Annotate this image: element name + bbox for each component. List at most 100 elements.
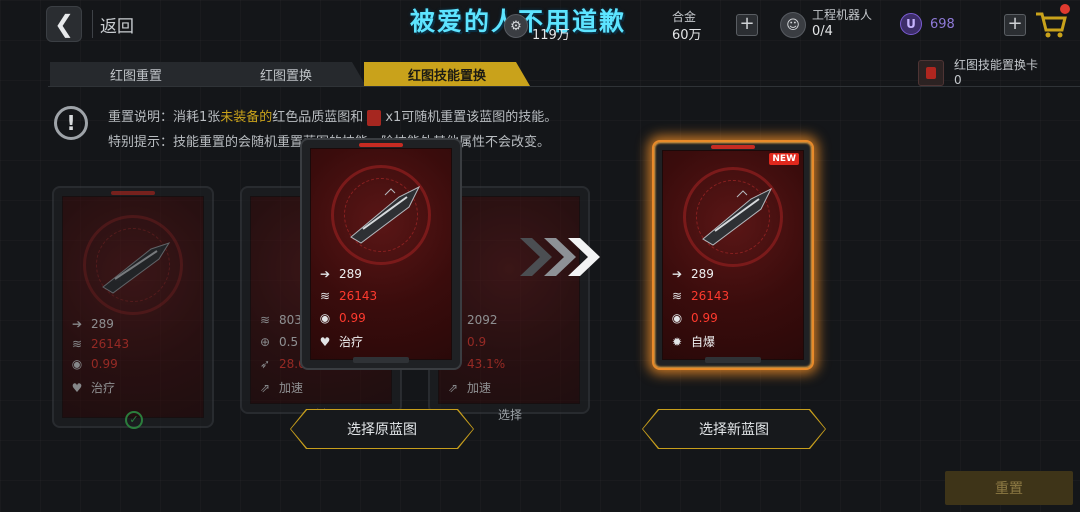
resource-label-2: 合金: [672, 10, 697, 24]
card-plate: [705, 357, 761, 363]
rocket-icon: ➶: [259, 357, 271, 371]
explode-icon: ✹: [671, 334, 683, 349]
new-blueprint-card[interactable]: NEW ➔ 289 ≋ 26143 ◉ 0.99 ✹ 自爆: [652, 140, 814, 370]
stat-crit: ◉ 0.99: [69, 357, 118, 371]
u-coin-icon: U: [900, 13, 922, 35]
power-icon: ≋: [71, 337, 83, 351]
chevron-left-icon: ❮: [53, 10, 75, 38]
stat-value: 26143: [691, 289, 730, 303]
stat-speed: ➔ 289: [317, 267, 362, 281]
check-icon: ✓: [125, 411, 143, 429]
select-new-label: 选择新蓝图: [643, 410, 825, 448]
stat-value: 289: [91, 317, 114, 331]
add-u-coin-button[interactable]: +: [1004, 14, 1026, 36]
stat-value: 26143: [339, 289, 378, 303]
ship-icon: [102, 242, 171, 294]
gear-coin-icon: ⚙: [504, 14, 528, 38]
reset-button[interactable]: 重置: [945, 471, 1073, 505]
bg-select-label-2[interactable]: 选择: [498, 406, 522, 423]
power-icon: ≋: [671, 289, 683, 303]
blueprint-icon: [367, 109, 382, 126]
select-new-button[interactable]: 选择新蓝图: [642, 409, 826, 449]
heal-icon: ♥: [319, 334, 331, 349]
stat-value: 803: [279, 313, 302, 327]
skill-name: 自爆: [691, 335, 716, 349]
bg-blueprint-card-1[interactable]: ➔ 289 ≋ 26143 ◉ 0.99 ♥ 治疗 ✓: [52, 186, 214, 429]
tab-red-swap[interactable]: 红图置换: [206, 62, 366, 86]
skill-card-name: 红图技能置换卡: [954, 58, 1039, 72]
stat-value: 2092: [467, 313, 498, 327]
power-icon: ≋: [259, 313, 271, 327]
arrow-right-icon: ➔: [671, 267, 683, 281]
info-text: 红色品质蓝图和: [272, 110, 364, 125]
back-label[interactable]: 返回: [100, 12, 134, 37]
card-indicator: [711, 145, 755, 149]
notification-dot: [1060, 4, 1070, 14]
warning-icon: !: [54, 106, 88, 140]
stat-skill: ⇗ 加速: [257, 379, 303, 396]
arrow-right-icon: ➔: [71, 317, 83, 331]
chevron-right-arrows-icon: [520, 238, 600, 276]
resource-value-3: 0/4: [812, 24, 833, 39]
skill-name: 治疗: [339, 335, 364, 349]
card-indicator: [111, 191, 155, 195]
stat-value: 0.99: [339, 311, 366, 325]
boost-icon: ⇗: [447, 380, 459, 395]
skill-card-label: 红图技能置换卡 0: [954, 58, 1038, 88]
crosshair-icon: ⊕: [259, 335, 271, 349]
stat-power: ⊕ 0.5: [257, 335, 298, 349]
info-line-1: 重置说明：消耗1张未装备的红色品质蓝图和 x1可随机重置该蓝图的技能。: [108, 106, 557, 126]
stat-power: ≋ 26143: [317, 289, 377, 303]
gear-icon: ◉: [71, 357, 83, 371]
add-alloy-button[interactable]: +: [736, 14, 758, 36]
arrow-right-icon: ➔: [319, 267, 331, 281]
resource-value-1: 119万: [532, 28, 570, 43]
gear-icon: ◉: [671, 311, 683, 325]
skill-name: 治疗: [91, 381, 116, 395]
card-indicator: [359, 143, 403, 147]
stat-value: 26143: [91, 337, 130, 351]
new-badge: NEW: [769, 153, 799, 165]
stat-crit: ➶ 28.6: [257, 357, 306, 371]
skill-name: 加速: [279, 381, 304, 395]
stat-power: ≋ 26143: [669, 289, 729, 303]
stat-speed: ➔ 289: [669, 267, 714, 281]
select-original-button[interactable]: 选择原蓝图: [290, 409, 474, 449]
stat-power: ≋ 26143: [69, 337, 129, 351]
stat-crit: ◉ 0.99: [317, 311, 366, 325]
resource-value-4: 698: [930, 17, 955, 32]
tab-underline: [48, 86, 1080, 87]
skill-card-count: 0: [954, 73, 962, 87]
tab-red-reset[interactable]: 红图重置: [50, 62, 222, 86]
stat-value: 0.5: [279, 335, 299, 349]
stat-skill: ✹ 自爆: [669, 333, 715, 350]
skill-name: 加速: [467, 381, 492, 395]
boost-icon: ⇗: [259, 380, 271, 395]
select-original-label: 选择原蓝图: [291, 410, 473, 448]
resource-value-2: 60万: [672, 28, 702, 43]
skill-card-icon: [918, 60, 944, 86]
info-text: x1可随机重置该蓝图的技能。: [385, 110, 558, 125]
stat-skill: ⇗ 加速: [445, 379, 491, 396]
back-button[interactable]: ❮: [46, 6, 82, 42]
stat-value: 0.9: [467, 335, 487, 349]
tab-red-skill-swap[interactable]: 红图技能置换: [364, 62, 530, 86]
stat-crit: ◉ 0.99: [669, 311, 718, 325]
heal-icon: ♥: [71, 380, 83, 395]
original-blueprint-card[interactable]: ➔ 289 ≋ 26143 ◉ 0.99 ♥ 治疗: [300, 138, 462, 370]
stat-value: 0.99: [91, 357, 118, 371]
info-highlight: 未装备的: [220, 110, 273, 125]
gear-icon: ◉: [319, 311, 331, 325]
stat-speed: ➔ 289: [69, 317, 114, 331]
power-icon: ≋: [319, 289, 331, 303]
ship-icon: [702, 187, 773, 246]
ship-icon: [350, 185, 421, 244]
resource-label-3: 工程机器人: [812, 8, 873, 22]
divider: [92, 10, 93, 38]
stat-skill: ♥ 治疗: [317, 333, 363, 350]
stat-value: 289: [339, 267, 362, 281]
robot-icon: ☺: [780, 12, 806, 38]
info-text: 重置说明：消耗1张: [108, 110, 221, 125]
stat-value: 0.99: [691, 311, 718, 325]
stat-value: 289: [691, 267, 714, 281]
